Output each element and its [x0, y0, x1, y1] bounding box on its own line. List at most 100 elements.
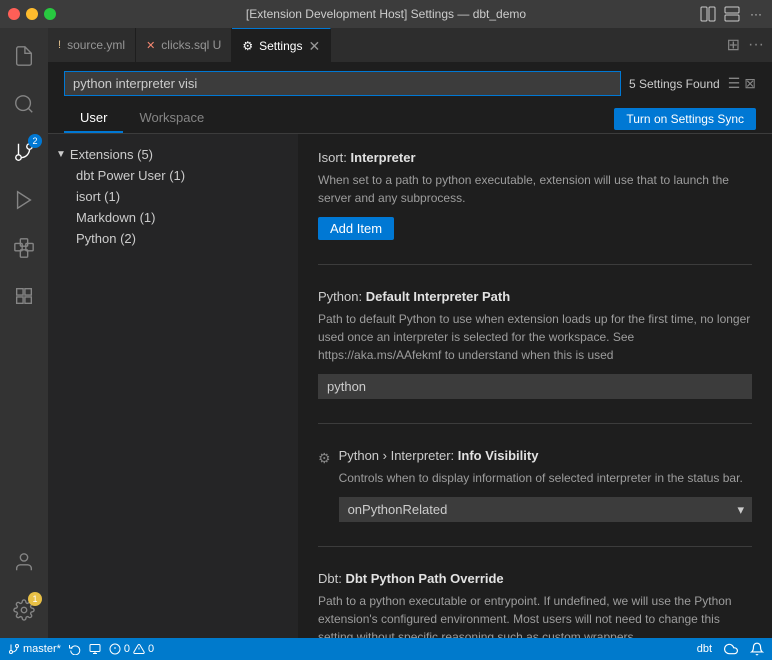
setting-info-visibility-title: Python › Interpreter: Info Visibility: [339, 448, 752, 463]
settings-badge: 1: [28, 592, 42, 606]
activity-settings[interactable]: 1: [0, 586, 48, 634]
setting-isort-interpreter: Isort: Interpreter When set to a path to…: [318, 150, 752, 265]
settings-tab-gear-icon: ⚙: [242, 39, 253, 53]
branch-label: master*: [23, 643, 61, 655]
add-item-button[interactable]: Add Item: [318, 217, 394, 240]
tree-extensions[interactable]: ▼ Extensions (5): [48, 144, 298, 165]
status-right: dbt: [697, 642, 764, 656]
extensions-chevron: ▼: [56, 149, 66, 160]
settings-sidebar: ▼ Extensions (5) dbt Power User (1) isor…: [48, 134, 298, 638]
split-icon[interactable]: [724, 6, 740, 22]
tree-isort[interactable]: isort (1): [48, 186, 298, 207]
python-path-desc: Path to default Python to use when exten…: [318, 310, 752, 364]
activity-account[interactable]: [0, 538, 48, 586]
tree-extensions-group: ▼ Extensions (5) dbt Power User (1) isor…: [48, 142, 298, 251]
settings-tab-workspace[interactable]: Workspace: [123, 104, 220, 133]
tab-bar: ! source.yml ✕ clicks.sql U ⚙ Settings ✕…: [48, 28, 772, 63]
source-control-badge: 2: [28, 134, 42, 148]
minimize-button[interactable]: [26, 8, 38, 20]
more-actions-icon[interactable]: ···: [748, 36, 764, 54]
status-dbt[interactable]: dbt: [697, 643, 712, 655]
markdown-label: Markdown (1): [76, 210, 155, 225]
clicks-tab-icon: ✕: [146, 39, 155, 52]
setting-dbt-python-path: Dbt: Dbt Python Path Override Path to a …: [318, 571, 752, 638]
isort-prefix: Isort:: [318, 150, 351, 165]
dbt-path-bold: Dbt Python Path Override: [345, 571, 503, 586]
setting-python-path-title: Python: Default Interpreter Path: [318, 289, 752, 304]
tab-bar-actions: ⊞ ···: [727, 28, 772, 62]
tab-settings-label: Settings: [259, 39, 302, 53]
activity-source-control[interactable]: 2: [0, 128, 48, 176]
tree-markdown[interactable]: Markdown (1): [48, 207, 298, 228]
filter-icon[interactable]: ☰: [728, 75, 741, 92]
dbt-path-desc: Path to a python executable or entrypoin…: [318, 592, 752, 638]
window-title: [Extension Development Host] Settings — …: [246, 7, 526, 21]
status-bar: master* 0 0 dbt: [0, 638, 772, 660]
sync-button[interactable]: Turn on Settings Sync: [614, 108, 756, 130]
setting-body: Python › Interpreter: Info Visibility Co…: [339, 448, 752, 522]
status-remote[interactable]: [89, 643, 101, 655]
tab-source[interactable]: ! source.yml: [48, 28, 136, 62]
search-input-wrapper: [64, 71, 621, 96]
dbt-path-prefix: Dbt:: [318, 571, 345, 586]
activity-bar: 2: [0, 28, 48, 638]
title-bar-right: ···: [700, 6, 764, 22]
python-path-input[interactable]: [318, 374, 752, 399]
activity-extensions[interactable]: [0, 224, 48, 272]
activity-dbt[interactable]: [0, 272, 48, 320]
tab-clicks-label: clicks.sql U: [161, 38, 221, 52]
isort-label: isort (1): [76, 189, 120, 204]
activity-search[interactable]: [0, 80, 48, 128]
isort-title-bold: Interpreter: [351, 150, 416, 165]
info-visibility-desc: Controls when to display information of …: [339, 469, 752, 487]
maximize-button[interactable]: [44, 8, 56, 20]
settings-tab-user[interactable]: User: [64, 104, 123, 133]
tab-settings[interactable]: ⚙ Settings ✕: [232, 28, 331, 62]
python-path-prefix: Python:: [318, 289, 366, 304]
activity-bottom: 1: [0, 538, 48, 638]
info-visibility-prefix: Python › Interpreter:: [339, 448, 458, 463]
close-button[interactable]: [8, 8, 20, 20]
source-tab-icon: !: [58, 39, 61, 51]
setting-dbt-path-title: Dbt: Dbt Python Path Override: [318, 571, 752, 586]
settings-panels: Isort: Interpreter When set to a path to…: [298, 134, 772, 638]
tab-settings-close[interactable]: ✕: [308, 39, 320, 53]
settings-main: ▼ Extensions (5) dbt Power User (1) isor…: [48, 134, 772, 638]
title-bar: [Extension Development Host] Settings — …: [0, 0, 772, 28]
isort-desc: When set to a path to python executable,…: [318, 171, 752, 207]
status-branch[interactable]: master*: [8, 643, 61, 655]
editor-area: ! source.yml ✕ clicks.sql U ⚙ Settings ✕…: [48, 28, 772, 638]
activity-run[interactable]: [0, 176, 48, 224]
settings-tabs: User Workspace Turn on Settings Sync: [48, 104, 772, 134]
search-input[interactable]: [64, 71, 621, 96]
errors-count: 0: [124, 643, 130, 655]
status-errors[interactable]: 0 0: [109, 643, 154, 655]
setting-python-info-visibility: ⚙ Python › Interpreter: Info Visibility …: [318, 448, 752, 547]
status-bell[interactable]: [750, 642, 764, 656]
app-body: 2: [0, 28, 772, 638]
gear-icon[interactable]: ⚙: [318, 450, 331, 467]
split-editor-icon[interactable]: ⊞: [727, 35, 740, 55]
info-visibility-bold: Info Visibility: [458, 448, 539, 463]
search-bar-row: 5 Settings Found ☰ ⊠: [48, 63, 772, 104]
layout-icon[interactable]: [700, 6, 716, 22]
status-sync[interactable]: [69, 643, 81, 655]
setting-isort-title: Isort: Interpreter: [318, 150, 752, 165]
setting-python-interpreter-path: Python: Default Interpreter Path Path to…: [318, 289, 752, 424]
activity-explorer[interactable]: [0, 32, 48, 80]
dbt-label: dbt: [697, 643, 712, 655]
python-path-bold: Default Interpreter Path: [366, 289, 510, 304]
search-icons: ☰ ⊠: [728, 75, 756, 92]
status-cloud[interactable]: [724, 642, 738, 656]
tree-dbt-power-user[interactable]: dbt Power User (1): [48, 165, 298, 186]
select-wrapper: onPythonRelated always never ▾: [339, 497, 752, 522]
extensions-label: Extensions (5): [70, 147, 153, 162]
tab-clicks[interactable]: ✕ clicks.sql U: [136, 28, 232, 62]
more-icon[interactable]: ···: [748, 6, 764, 22]
clear-filter-icon[interactable]: ⊠: [744, 75, 756, 92]
search-results-count: 5 Settings Found: [629, 77, 720, 91]
python-label: Python (2): [76, 231, 136, 246]
info-visibility-select[interactable]: onPythonRelated always never: [339, 497, 752, 522]
warnings-count: 0: [148, 643, 154, 655]
tree-python[interactable]: Python (2): [48, 228, 298, 249]
